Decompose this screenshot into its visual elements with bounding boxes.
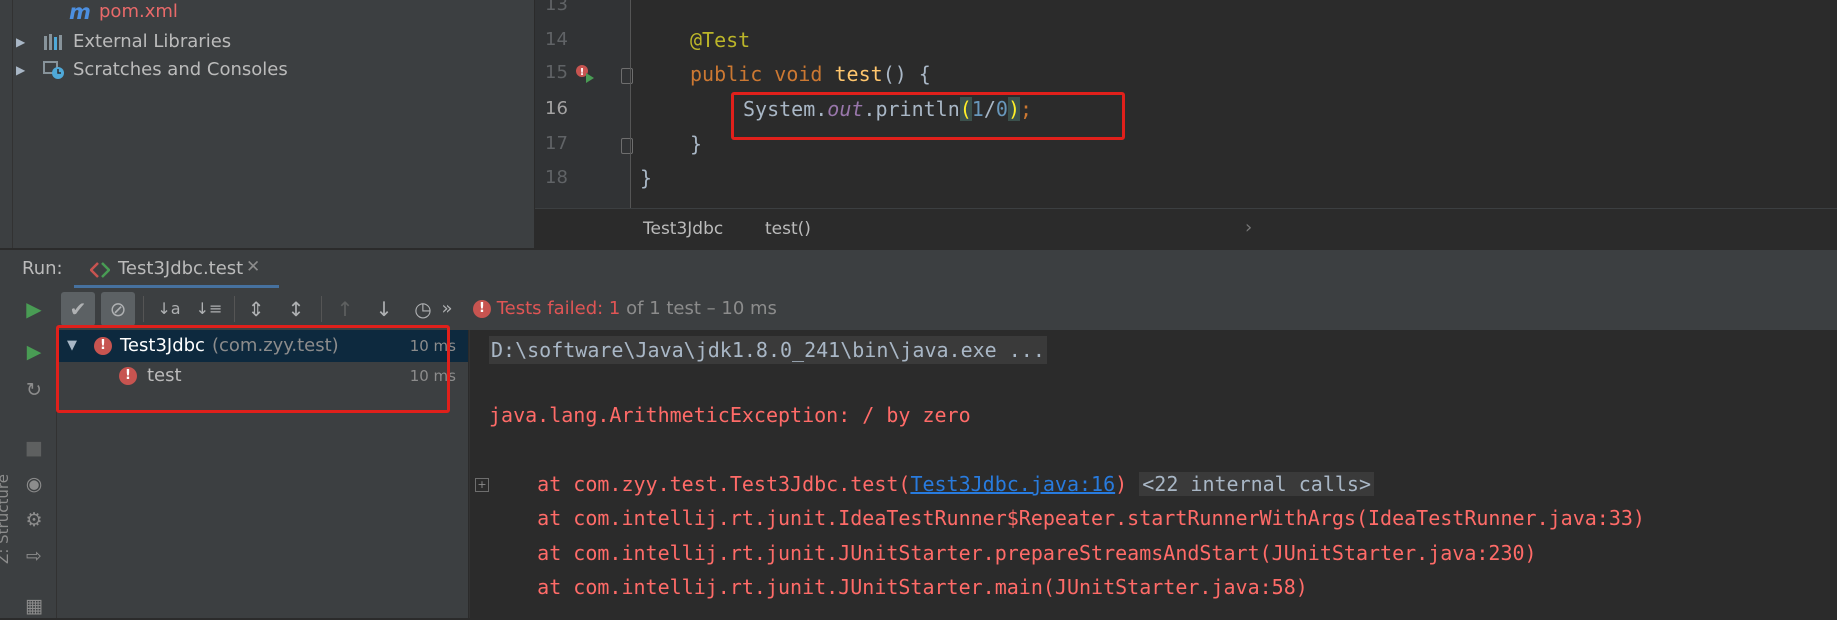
stop-icon[interactable]: ■ bbox=[20, 434, 48, 462]
maven-file-icon: m bbox=[69, 0, 91, 24]
toggle-auto-test-icon[interactable]: ↻ bbox=[20, 376, 48, 404]
breadcrumb-method[interactable]: test() bbox=[765, 219, 811, 239]
sort-alphabetically-icon[interactable]: ↓a bbox=[152, 292, 186, 326]
camera-icon[interactable]: ◉ bbox=[20, 470, 48, 498]
libraries-icon bbox=[44, 34, 62, 50]
expand-arrow-icon[interactable]: ▶ bbox=[16, 56, 25, 84]
code-line-15: public void test() { bbox=[690, 62, 931, 86]
layout-icon[interactable]: ▦ bbox=[20, 592, 48, 620]
sort-by-duration-icon[interactable]: ↓≡ bbox=[192, 292, 226, 326]
console-stack-line: at com.intellij.rt.junit.JUnitStarter.ma… bbox=[489, 575, 1308, 599]
console-stack-line: at com.zyy.test.Test3Jdbc.test(Test3Jdbc… bbox=[489, 472, 1375, 496]
line-number: 17 bbox=[545, 133, 568, 154]
tree-item-label: External Libraries bbox=[73, 31, 232, 52]
test-failed-run-icon[interactable]: ! bbox=[575, 64, 595, 86]
code-line-17: } bbox=[690, 132, 703, 156]
fold-marker-icon[interactable] bbox=[621, 68, 633, 84]
previous-failed-icon[interactable]: ↑ bbox=[328, 292, 362, 326]
breadcrumb: Test3Jdbc › test() bbox=[535, 208, 1837, 249]
project-tree: m pom.xml ▶ External Libraries ▶ Scratch… bbox=[13, 0, 534, 248]
structure-tool-tab[interactable]: Z: Structure bbox=[0, 474, 12, 564]
svg-text:!: ! bbox=[580, 67, 585, 78]
tab-run-config[interactable]: Test3Jdbc.test ✕ bbox=[74, 250, 279, 289]
test-config-icon bbox=[90, 262, 110, 278]
scratches-icon bbox=[43, 61, 64, 79]
history-icon[interactable]: ◷ bbox=[406, 292, 440, 326]
code-line-14: @Test bbox=[690, 28, 751, 52]
tree-item-label: pom.xml bbox=[99, 1, 178, 22]
breadcrumb-separator-icon: › bbox=[1245, 217, 1253, 238]
rerun-icon[interactable]: ▶ bbox=[17, 292, 51, 326]
show-ignored-icon[interactable]: ⊘ bbox=[101, 292, 135, 326]
highlight-box-code bbox=[731, 92, 1125, 140]
run-tool-window-header: Run: Test3Jdbc.test ✕ bbox=[0, 249, 1837, 289]
folded-calls[interactable]: <22 internal calls> bbox=[1139, 472, 1375, 496]
line-number: 13 bbox=[545, 0, 568, 15]
fold-marker-icon[interactable] bbox=[621, 138, 633, 154]
editor-gutter: 13 14 15 16 17 18 ! bbox=[535, 0, 633, 208]
expand-fold-icon[interactable]: + bbox=[475, 478, 489, 492]
source-link[interactable]: Test3Jdbc.java:16 bbox=[910, 472, 1115, 496]
export-icon[interactable]: ⇨ bbox=[20, 542, 48, 570]
console-exception: java.lang.ArithmeticException: / by zero bbox=[489, 403, 971, 427]
show-passed-icon[interactable]: ✔ bbox=[61, 292, 95, 326]
tree-item-scratches[interactable]: ▶ Scratches and Consoles bbox=[13, 56, 513, 84]
run-label: Run: bbox=[22, 258, 63, 279]
more-actions-icon[interactable]: » bbox=[437, 292, 457, 326]
breadcrumb-class[interactable]: Test3Jdbc bbox=[643, 219, 723, 239]
tree-item-pom[interactable]: m pom.xml bbox=[69, 0, 369, 26]
code-line-18: } bbox=[640, 166, 653, 190]
status-summary: of 1 test – 10 ms bbox=[626, 298, 777, 319]
console-output[interactable]: D:\software\Java\jdk1.8.0_241\bin\java.e… bbox=[469, 330, 1837, 618]
settings-icon[interactable]: ⚙ bbox=[20, 506, 48, 534]
collapse-all-icon[interactable]: ↕ bbox=[279, 292, 313, 326]
line-number: 18 bbox=[545, 167, 568, 188]
highlight-box-tree bbox=[56, 325, 450, 413]
left-tool-strip bbox=[0, 0, 13, 248]
console-stack-line: at com.intellij.rt.junit.JUnitStarter.pr… bbox=[489, 541, 1537, 565]
status-failed-count: Tests failed: 1 bbox=[496, 298, 621, 319]
tree-item-label: Scratches and Consoles bbox=[73, 59, 288, 80]
error-icon: ! bbox=[473, 300, 491, 318]
line-number: 16 bbox=[545, 98, 568, 119]
expand-arrow-icon[interactable]: ▶ bbox=[16, 28, 25, 56]
console-command-line[interactable]: D:\software\Java\jdk1.8.0_241\bin\java.e… bbox=[489, 336, 1047, 364]
close-icon[interactable]: ✕ bbox=[246, 257, 260, 277]
run-toolbar: ▶ ✔ ⊘ ↓a ↓≡ ⇕ ↕ ↑ ↓ ◷ » ! Tests failed: … bbox=[0, 288, 1837, 330]
test-status: ! Tests failed: 1 of 1 test – 10 ms bbox=[473, 298, 777, 319]
line-number: 14 bbox=[545, 29, 568, 50]
console-stack-line: at com.intellij.rt.junit.IdeaTestRunner$… bbox=[489, 506, 1645, 530]
rerun-failed-icon[interactable]: ▶ bbox=[20, 338, 48, 366]
tab-label: Test3Jdbc.test bbox=[118, 258, 244, 279]
next-failed-icon[interactable]: ↓ bbox=[367, 292, 401, 326]
tree-item-external-libraries[interactable]: ▶ External Libraries bbox=[13, 28, 513, 56]
expand-all-icon[interactable]: ⇕ bbox=[239, 292, 273, 326]
